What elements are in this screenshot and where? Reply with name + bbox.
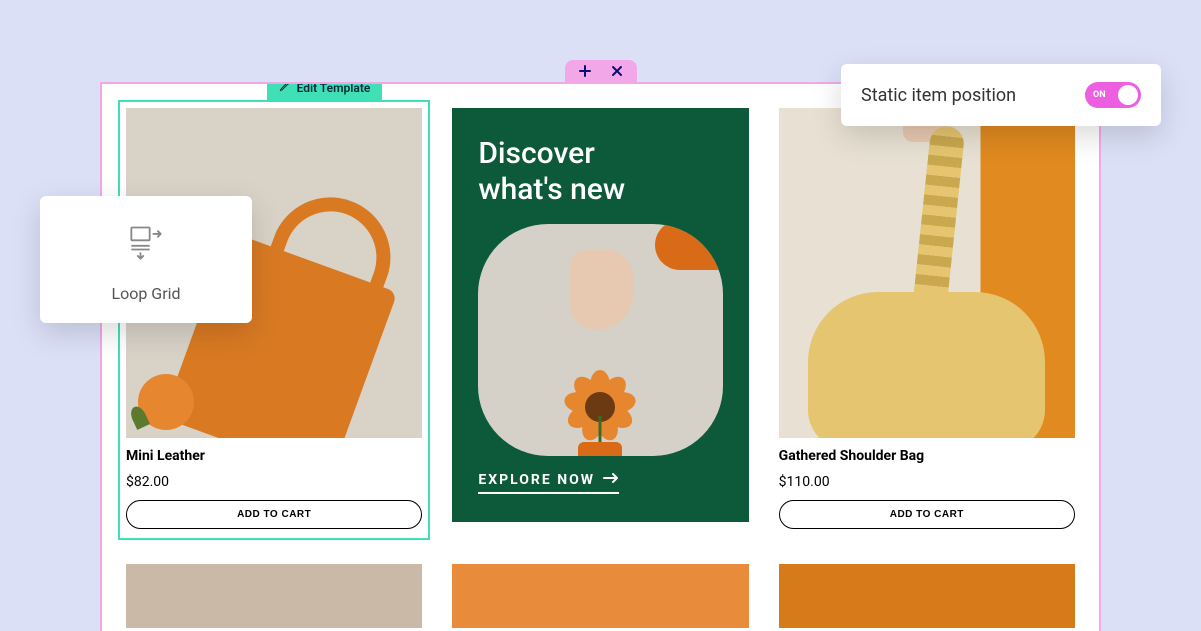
- promo-image: [478, 224, 722, 456]
- product-card[interactable]: [452, 564, 748, 628]
- plus-icon[interactable]: [579, 65, 591, 77]
- setting-static-item-position: Static item position ON: [841, 64, 1161, 126]
- product-image: [779, 108, 1075, 438]
- section-handle[interactable]: [565, 60, 637, 82]
- promo-card: Discover what's new: [452, 108, 748, 522]
- product-title: Mini Leather: [126, 448, 422, 464]
- widget-label: Loop Grid: [111, 284, 180, 303]
- add-to-cart-button[interactable]: ADD TO CART: [126, 500, 422, 529]
- pencil-icon: [279, 82, 291, 95]
- editor-canvas: Edit Template Mini Leather $82.00 ADD TO…: [100, 82, 1101, 631]
- product-price: $110.00: [779, 474, 1075, 490]
- close-icon[interactable]: [611, 65, 623, 77]
- edit-template-label: Edit Template: [297, 82, 371, 95]
- add-to-cart-button[interactable]: ADD TO CART: [779, 500, 1075, 529]
- promo-headline: Discover what's new: [478, 136, 722, 208]
- toggle-state-label: ON: [1093, 90, 1106, 100]
- setting-label: Static item position: [861, 85, 1016, 106]
- arrow-right-icon: [603, 472, 619, 488]
- product-card[interactable]: [779, 564, 1075, 628]
- explore-now-link[interactable]: EXPLORE NOW: [478, 472, 619, 494]
- product-price: $82.00: [126, 474, 422, 490]
- product-card[interactable]: Gathered Shoulder Bag $110.00 ADD TO CAR…: [779, 108, 1075, 532]
- toggle-static-item-position[interactable]: ON: [1085, 82, 1141, 108]
- toggle-knob: [1118, 85, 1138, 105]
- promo-cta-label: EXPLORE NOW: [478, 472, 595, 488]
- loop-grid-icon: [124, 222, 168, 270]
- edit-template-badge[interactable]: Edit Template: [267, 82, 383, 100]
- product-card[interactable]: [126, 564, 422, 628]
- product-title: Gathered Shoulder Bag: [779, 448, 1075, 464]
- widget-loop-grid[interactable]: Loop Grid: [40, 196, 252, 323]
